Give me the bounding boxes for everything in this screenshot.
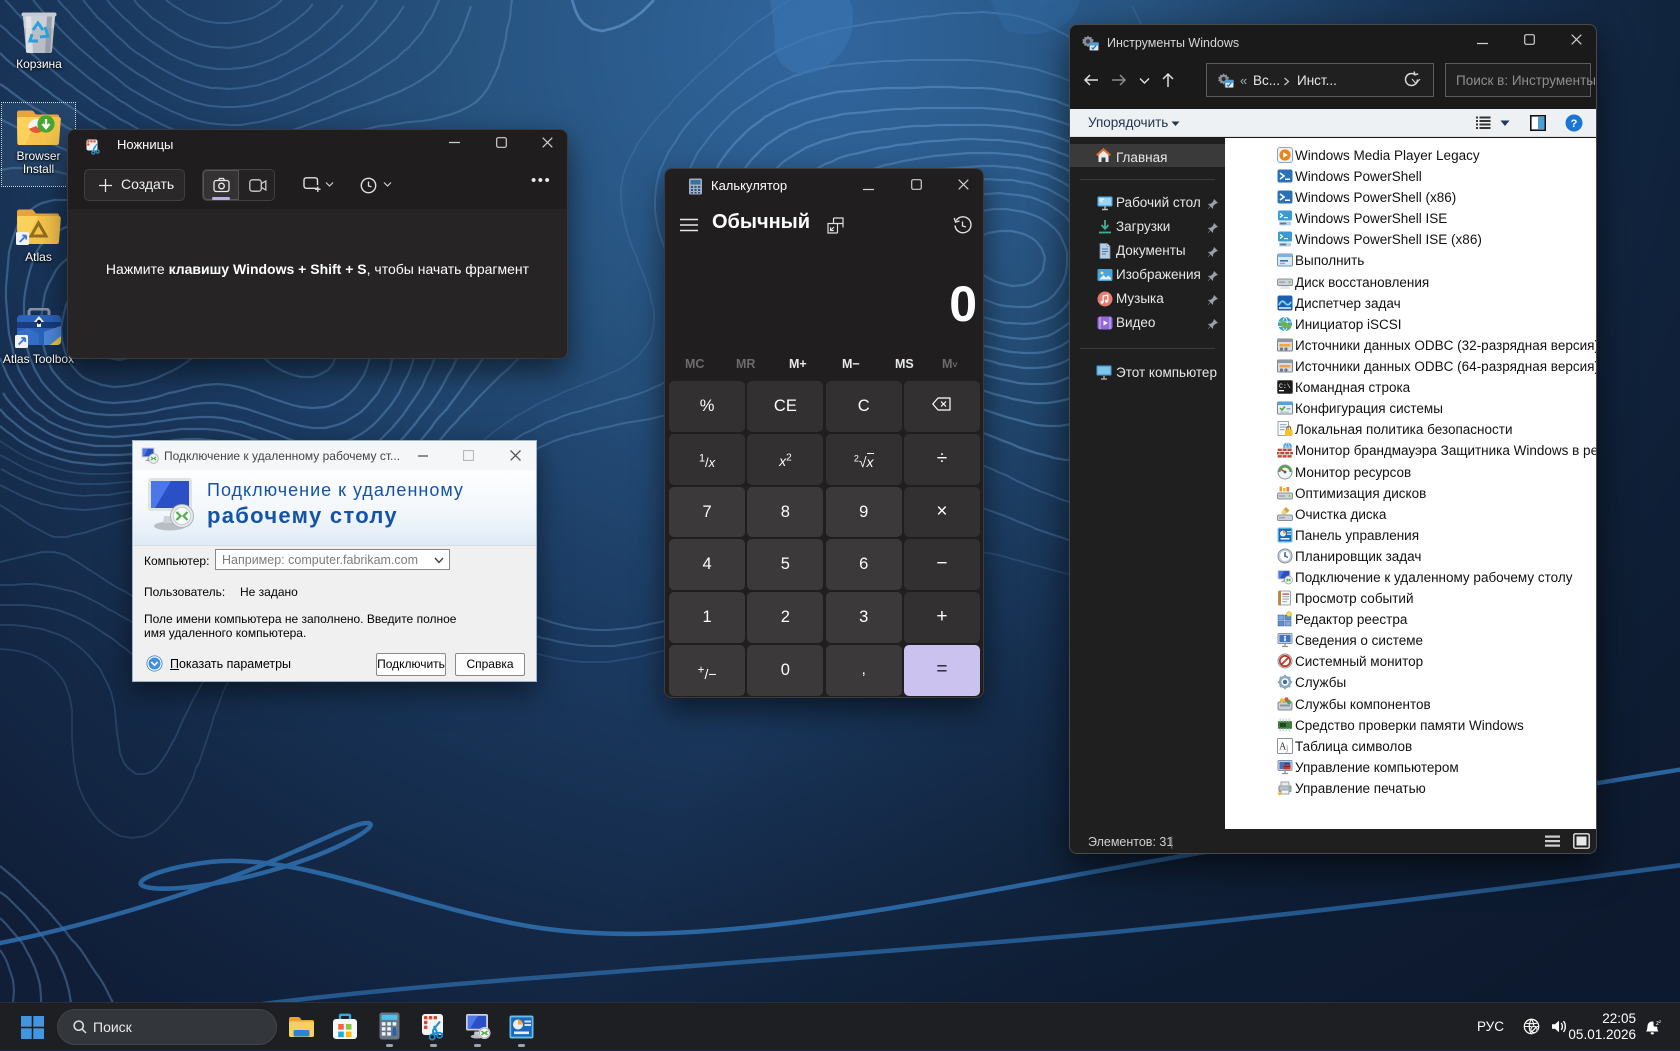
svg-text:?: ? <box>1571 118 1578 130</box>
svg-text:C:\: C:\ <box>1279 383 1291 390</box>
svg-text:j: j <box>1285 743 1288 752</box>
